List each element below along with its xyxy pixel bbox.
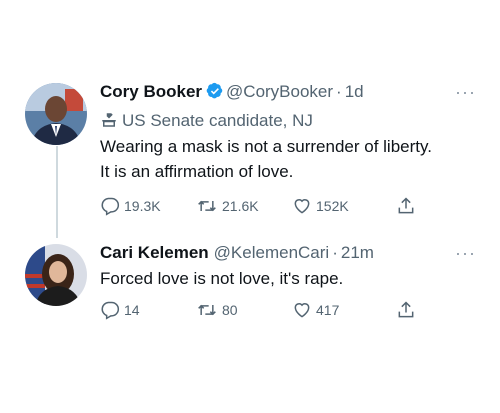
ballot-box-icon bbox=[100, 111, 122, 130]
avatar[interactable] bbox=[25, 83, 87, 145]
retweet-button[interactable]: 80 bbox=[196, 300, 238, 320]
retweet-icon bbox=[198, 200, 216, 212]
reply-button[interactable]: 14 bbox=[100, 300, 140, 320]
tweet-text: Forced love is not love, it's rape. bbox=[100, 269, 344, 288]
more-options-icon[interactable]: ··· bbox=[455, 82, 476, 103]
author-handle[interactable]: @CoryBooker bbox=[226, 82, 333, 101]
separator-dot: · bbox=[336, 82, 342, 101]
author-handle[interactable]: @KelemenCari bbox=[214, 243, 330, 262]
retweet-count: 21.6K bbox=[222, 198, 259, 214]
account-label: US Senate candidate, NJ bbox=[100, 111, 313, 131]
tweet-header: Cari Kelemen @KelemenCari · 21m bbox=[100, 243, 374, 263]
timestamp[interactable]: 21m bbox=[341, 243, 374, 262]
more-options-icon[interactable]: ··· bbox=[455, 243, 476, 264]
like-button[interactable]: 152K bbox=[292, 196, 349, 216]
timestamp[interactable]: 1d bbox=[345, 82, 364, 101]
avatar[interactable] bbox=[25, 244, 87, 306]
verified-badge-icon bbox=[206, 82, 224, 105]
share-button[interactable] bbox=[396, 300, 420, 320]
like-button[interactable]: 417 bbox=[292, 300, 339, 320]
tweet-actions: 19.3K 21.6K 152K bbox=[100, 196, 420, 220]
account-label-text: US Senate candidate, NJ bbox=[122, 111, 313, 130]
reply-button[interactable]: 19.3K bbox=[100, 196, 161, 216]
tweet-header: Cory Booker @CoryBooker · 1d bbox=[100, 82, 364, 105]
thread-connector-line bbox=[56, 146, 58, 238]
heart-icon bbox=[294, 303, 310, 318]
reply-icon bbox=[101, 197, 120, 216]
like-count: 152K bbox=[316, 198, 349, 214]
share-icon bbox=[398, 301, 414, 318]
retweet-icon bbox=[198, 304, 216, 316]
retweet-button[interactable]: 21.6K bbox=[196, 196, 259, 216]
separator-dot: · bbox=[332, 243, 338, 262]
share-button[interactable] bbox=[396, 196, 420, 216]
reply-icon bbox=[101, 301, 120, 320]
author-name[interactable]: Cory Booker bbox=[100, 82, 202, 101]
reply-count: 19.3K bbox=[124, 198, 161, 214]
heart-icon bbox=[294, 199, 310, 214]
share-icon bbox=[398, 197, 414, 214]
reply-count: 14 bbox=[124, 302, 140, 318]
tweet-text: Wearing a mask is not a surrender of lib… bbox=[100, 137, 432, 181]
author-name[interactable]: Cari Kelemen bbox=[100, 243, 209, 262]
tweet-actions: 14 80 417 bbox=[100, 300, 420, 324]
like-count: 417 bbox=[316, 302, 340, 318]
retweet-count: 80 bbox=[222, 302, 238, 318]
